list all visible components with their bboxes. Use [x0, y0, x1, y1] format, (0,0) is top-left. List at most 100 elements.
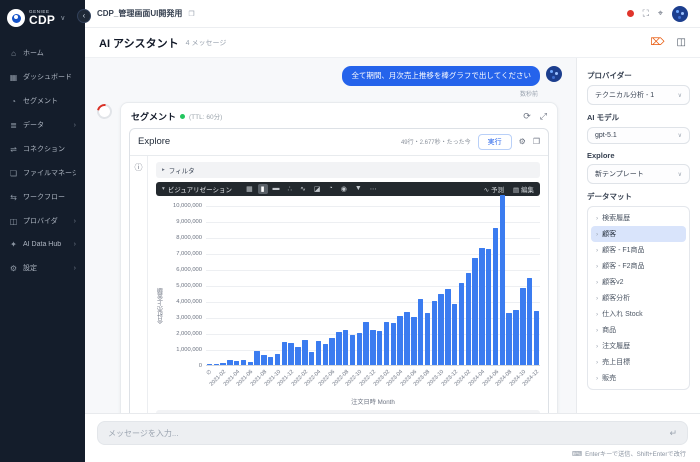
datamart-item[interactable]: ›商品: [591, 322, 686, 338]
bar[interactable]: [248, 362, 253, 365]
bar[interactable]: [445, 289, 450, 365]
bar[interactable]: [466, 273, 471, 365]
bar[interactable]: [309, 352, 314, 365]
info-icon[interactable]: ⓘ: [135, 162, 143, 413]
bar[interactable]: [336, 332, 341, 365]
bar[interactable]: [459, 283, 464, 365]
bar[interactable]: [295, 347, 300, 364]
bar[interactable]: [493, 228, 498, 365]
bar[interactable]: [227, 360, 232, 364]
sidebar-item-file-manager[interactable]: ❏ファイルマネージャー: [4, 161, 81, 185]
folder-icon[interactable]: ❐: [533, 137, 540, 146]
funnel-icon[interactable]: ▼: [352, 184, 365, 193]
brand[interactable]: GENIEE CDP ∨: [0, 0, 85, 39]
bar[interactable]: [411, 317, 416, 365]
bar[interactable]: [323, 344, 328, 365]
bar[interactable]: [350, 335, 355, 365]
more-icon[interactable]: ⋯: [367, 184, 380, 194]
bar[interactable]: [479, 248, 484, 365]
bar[interactable]: [254, 351, 259, 364]
bar[interactable]: [418, 299, 423, 365]
bar[interactable]: [234, 361, 239, 365]
bar[interactable]: [316, 341, 321, 365]
bar[interactable]: [432, 301, 437, 365]
forecast-button[interactable]: ∿ 予測: [484, 184, 504, 194]
table-icon[interactable]: ▦: [243, 184, 256, 194]
explore-select[interactable]: 新テンプレート ∨: [587, 164, 690, 184]
sidebar-item-provider[interactable]: ◫プロバイダ›: [4, 209, 81, 233]
bar[interactable]: [343, 330, 348, 365]
bar[interactable]: [527, 278, 532, 365]
provider-select[interactable]: テクニカル分析 - 1 ∨: [587, 85, 690, 105]
pie-chart-icon[interactable]: ◔: [326, 184, 336, 193]
bar[interactable]: [302, 340, 307, 365]
datamart-item[interactable]: ›顧客v2: [591, 274, 686, 290]
datamart-item[interactable]: ›仕入れ Stock: [591, 306, 686, 322]
sidebar-item-connection[interactable]: ⇌コネクション: [4, 137, 81, 161]
bar[interactable]: [268, 357, 273, 365]
run-button[interactable]: 実行: [478, 134, 512, 150]
datamart-item[interactable]: ›売上目標: [591, 354, 686, 370]
sidebar-item-data[interactable]: ≣データ›: [4, 113, 81, 137]
bar[interactable]: [425, 313, 430, 365]
gear-icon[interactable]: ⚙: [519, 137, 526, 146]
sidebar-item-home[interactable]: ⌂ホーム: [4, 41, 81, 65]
bar[interactable]: [363, 322, 368, 365]
fullscreen-icon[interactable]: ⛶: [643, 8, 649, 19]
bar[interactable]: [220, 363, 225, 365]
sidebar-item-ai-data-hub[interactable]: ✦AI Data Hub›: [4, 233, 81, 256]
sidebar-item-workflow[interactable]: ⇆ワークフロー: [4, 185, 81, 209]
bar[interactable]: [207, 364, 212, 365]
sidebar-item-segment[interactable]: ◔セグメント: [4, 89, 81, 113]
sidebar-item-dashboard[interactable]: ▦ダッシュボード: [4, 65, 81, 89]
bar[interactable]: [282, 342, 287, 365]
user-avatar[interactable]: [672, 6, 688, 22]
sidebar-collapse-button[interactable]: ‹: [77, 9, 91, 23]
bar[interactable]: [288, 343, 293, 365]
expand-icon[interactable]: ⤢: [540, 111, 547, 122]
datamart-item[interactable]: ›顧客分析: [591, 290, 686, 306]
map-icon[interactable]: ◉: [338, 184, 350, 194]
model-select[interactable]: gpt-5.1 ∨: [587, 127, 690, 144]
bar[interactable]: [357, 333, 362, 365]
bar[interactable]: [500, 195, 505, 365]
edit-button[interactable]: ▤ 編集: [513, 184, 534, 194]
refresh-icon[interactable]: ⟳: [523, 111, 531, 122]
line-chart-icon[interactable]: ∿: [297, 184, 309, 194]
bar[interactable]: [438, 294, 443, 365]
bar[interactable]: [534, 311, 539, 365]
datamart-item[interactable]: ›顧客: [591, 226, 686, 242]
bar[interactable]: [214, 364, 219, 365]
bar[interactable]: [404, 312, 409, 365]
crosshair-icon[interactable]: ⌖: [658, 8, 663, 19]
panel-toggle-icon[interactable]: ◫: [677, 37, 686, 48]
bar[interactable]: [472, 258, 477, 365]
scatter-chart-icon[interactable]: ∴: [285, 184, 295, 194]
bar[interactable]: [486, 249, 491, 365]
visualization-toggle[interactable]: ▾ ビジュアリゼーション: [162, 184, 232, 194]
datamart-item[interactable]: ›顧客 - F1商品: [591, 242, 686, 258]
sidebar-item-settings[interactable]: ⚙設定›: [4, 256, 81, 280]
column-chart-icon[interactable]: ▬: [270, 184, 283, 193]
bar[interactable]: [520, 288, 525, 365]
bar[interactable]: [377, 331, 382, 364]
bar[interactable]: [384, 322, 389, 365]
datamart-item[interactable]: ›顧客 - F2商品: [591, 258, 686, 274]
bar[interactable]: [241, 360, 246, 365]
bar[interactable]: [452, 304, 457, 365]
bar[interactable]: [506, 313, 511, 365]
message-input[interactable]: [108, 429, 661, 438]
datamart-item[interactable]: ›販売: [591, 370, 686, 386]
area-chart-icon[interactable]: ◪: [311, 184, 324, 194]
enter-icon[interactable]: ↵: [669, 428, 677, 439]
copy-icon[interactable]: ❐: [188, 10, 194, 18]
bar[interactable]: [513, 310, 518, 365]
bar[interactable]: [261, 355, 266, 365]
bar[interactable]: [391, 323, 396, 365]
datamart-item[interactable]: ›注文履歴: [591, 338, 686, 354]
bar[interactable]: [370, 330, 375, 365]
datamart-item[interactable]: ›検索履歴: [591, 210, 686, 226]
bar[interactable]: [329, 338, 334, 364]
bar[interactable]: [397, 316, 402, 365]
bar[interactable]: [275, 354, 280, 365]
